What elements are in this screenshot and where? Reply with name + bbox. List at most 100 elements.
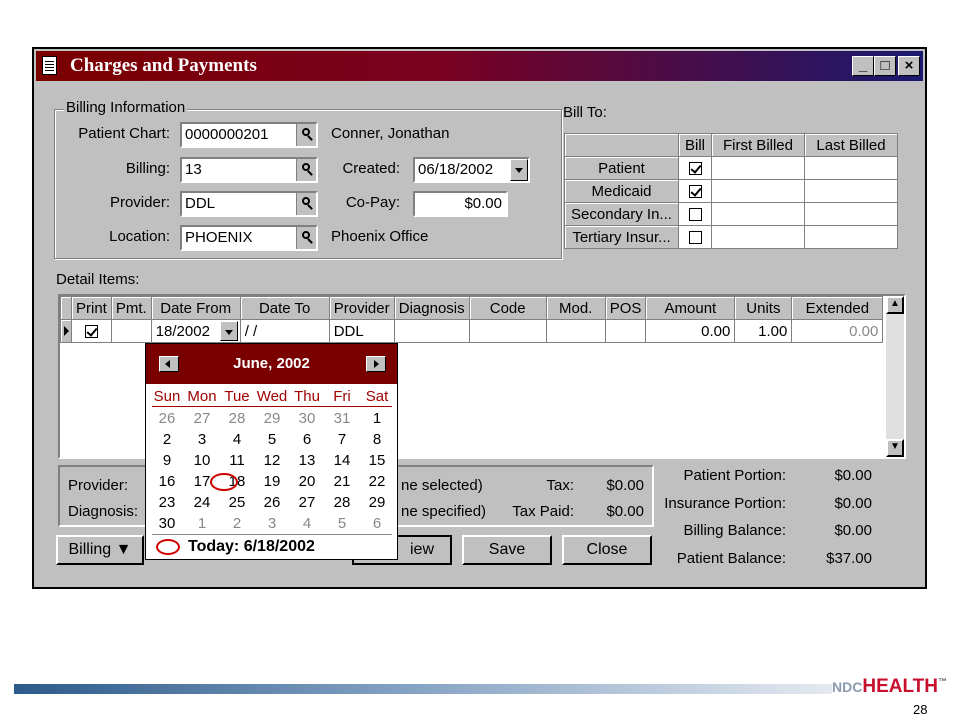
calendar-day[interactable]: 28 [325, 492, 359, 513]
detail-scrollbar[interactable]: ▲ ▼ [886, 296, 904, 457]
calendar-day[interactable]: 14 [325, 450, 359, 471]
bill-checkbox-tertiary[interactable] [688, 231, 702, 245]
calendar-day[interactable]: 26 [150, 408, 184, 429]
close-button[interactable]: Close [562, 535, 652, 565]
bill-checkbox-medicaid[interactable] [688, 185, 702, 199]
calendar-day[interactable]: 3 [255, 513, 289, 534]
calendar-day[interactable]: 5 [255, 429, 289, 450]
calendar-day[interactable]: 26 [255, 492, 289, 513]
patient-lookup-icon[interactable] [296, 124, 316, 146]
calendar-day[interactable]: 24 [185, 492, 219, 513]
provider-lookup-icon[interactable] [296, 193, 316, 215]
print-header[interactable]: Print [71, 296, 112, 320]
table-row[interactable]: 18/2002 / / DDL 0.00 1.00 0.00 [60, 319, 884, 343]
calendar-day[interactable]: 9 [150, 450, 184, 471]
amount-cell[interactable]: 0.00 [645, 319, 736, 343]
bill-to-name[interactable]: Patient [564, 156, 679, 180]
calendar-day[interactable]: 8 [360, 429, 394, 450]
calendar-day[interactable]: 27 [290, 492, 324, 513]
calendar-day[interactable]: 22 [360, 471, 394, 492]
diagnosis-cell[interactable] [393, 319, 470, 343]
calendar-day[interactable]: 23 [150, 492, 184, 513]
calendar-day[interactable]: 2 [220, 513, 254, 534]
today-link[interactable]: Today: 6/18/2002 [188, 538, 315, 556]
bill-to-row-medicaid[interactable]: Medicaid [564, 179, 898, 203]
units-header[interactable]: Units [734, 296, 793, 320]
calendar-day[interactable]: 13 [290, 450, 324, 471]
mod-header[interactable]: Mod. [545, 296, 606, 320]
billing-lookup-icon[interactable] [296, 159, 316, 181]
bill-to-row-tertiary[interactable]: Tertiary Insur... [564, 225, 898, 249]
calendar-day[interactable]: 6 [290, 429, 324, 450]
maximize-button[interactable]: □ [874, 56, 896, 76]
mod-cell[interactable] [545, 319, 606, 343]
patient-chart-field[interactable]: 0000000201 [180, 122, 318, 148]
calendar-day[interactable]: 7 [325, 429, 359, 450]
calendar-day[interactable]: 30 [290, 408, 324, 429]
bill-to-name[interactable]: Tertiary Insur... [564, 225, 679, 249]
pmt-header[interactable]: Pmt. [110, 296, 152, 320]
close-window-button[interactable]: × [898, 56, 920, 76]
calendar-day[interactable]: 4 [220, 429, 254, 450]
next-month-icon[interactable] [366, 356, 386, 372]
row-pointer-icon[interactable] [60, 319, 72, 343]
code-cell[interactable] [468, 319, 547, 343]
calendar-day[interactable]: 21 [325, 471, 359, 492]
provider-header[interactable]: Provider [328, 296, 395, 320]
bill-to-name[interactable]: Secondary In... [564, 202, 679, 226]
provider-cell[interactable]: DDL [328, 319, 395, 343]
calendar-day[interactable]: 5 [325, 513, 359, 534]
calendar-day[interactable]: 29 [360, 492, 394, 513]
calendar-day[interactable]: 29 [255, 408, 289, 429]
bill-checkbox-secondary[interactable] [688, 208, 702, 222]
bill-to-name[interactable]: Medicaid [564, 179, 679, 203]
calendar-day[interactable]: 1 [185, 513, 219, 534]
calendar-day[interactable]: 28 [220, 408, 254, 429]
scroll-up-icon[interactable]: ▲ [886, 296, 904, 314]
units-cell[interactable]: 1.00 [734, 319, 793, 343]
copay-field[interactable]: $0.00 [413, 191, 508, 217]
bill-to-row-secondary[interactable]: Secondary In... [564, 202, 898, 226]
amount-header[interactable]: Amount [645, 296, 736, 320]
calendar-day[interactable]: 12 [255, 450, 289, 471]
calendar-day[interactable]: 31 [325, 408, 359, 429]
pos-cell[interactable] [604, 319, 647, 343]
calendar-day[interactable]: 10 [185, 450, 219, 471]
calendar-day[interactable]: 19 [255, 471, 289, 492]
location-lookup-icon[interactable] [296, 227, 316, 249]
calendar-day[interactable]: 1 [360, 408, 394, 429]
save-button[interactable]: Save [462, 535, 552, 565]
calendar-day[interactable]: 25 [220, 492, 254, 513]
pmt-cell[interactable] [110, 319, 152, 343]
calendar-day[interactable]: 4 [290, 513, 324, 534]
calendar-day[interactable]: 15 [360, 450, 394, 471]
bill-checkbox-patient[interactable] [688, 162, 702, 176]
calendar-day[interactable]: 27 [185, 408, 219, 429]
billing-menu-button[interactable]: Billing ▼ [56, 535, 144, 565]
title-bar[interactable]: Charges and Payments _ □ × [36, 51, 923, 81]
minimize-button[interactable]: _ [852, 56, 874, 76]
date-from-header[interactable]: Date From [150, 296, 241, 320]
calendar-day[interactable]: 2 [150, 429, 184, 450]
calendar-popup[interactable]: June, 2002 Sun Mon Tue Wed Thu Fri Sat 2… [145, 343, 398, 560]
calendar-day[interactable]: 3 [185, 429, 219, 450]
date-from-cell[interactable]: 18/2002 [150, 319, 241, 343]
calendar-day[interactable]: 20 [290, 471, 324, 492]
pos-header[interactable]: POS [604, 296, 647, 320]
code-header[interactable]: Code [468, 296, 547, 320]
extended-header[interactable]: Extended [791, 296, 884, 320]
created-date-field[interactable]: 06/18/2002 [413, 157, 530, 183]
calendar-day[interactable]: 16 [150, 471, 184, 492]
provider-field[interactable]: DDL [180, 191, 318, 217]
calendar-day[interactable]: 6 [360, 513, 394, 534]
diagnosis-header[interactable]: Diagnosis [393, 296, 470, 320]
calendar-day[interactable]: 11 [220, 450, 254, 471]
date-to-header[interactable]: Date To [239, 296, 330, 320]
date-from-dropdown-icon[interactable] [219, 321, 238, 341]
bill-to-row-patient[interactable]: Patient [564, 156, 898, 180]
billing-field[interactable]: 13 [180, 157, 318, 183]
created-dropdown-icon[interactable] [510, 159, 528, 181]
date-to-cell[interactable]: / / [239, 319, 330, 343]
print-checkbox[interactable] [84, 325, 98, 339]
scroll-down-icon[interactable]: ▼ [886, 439, 904, 457]
